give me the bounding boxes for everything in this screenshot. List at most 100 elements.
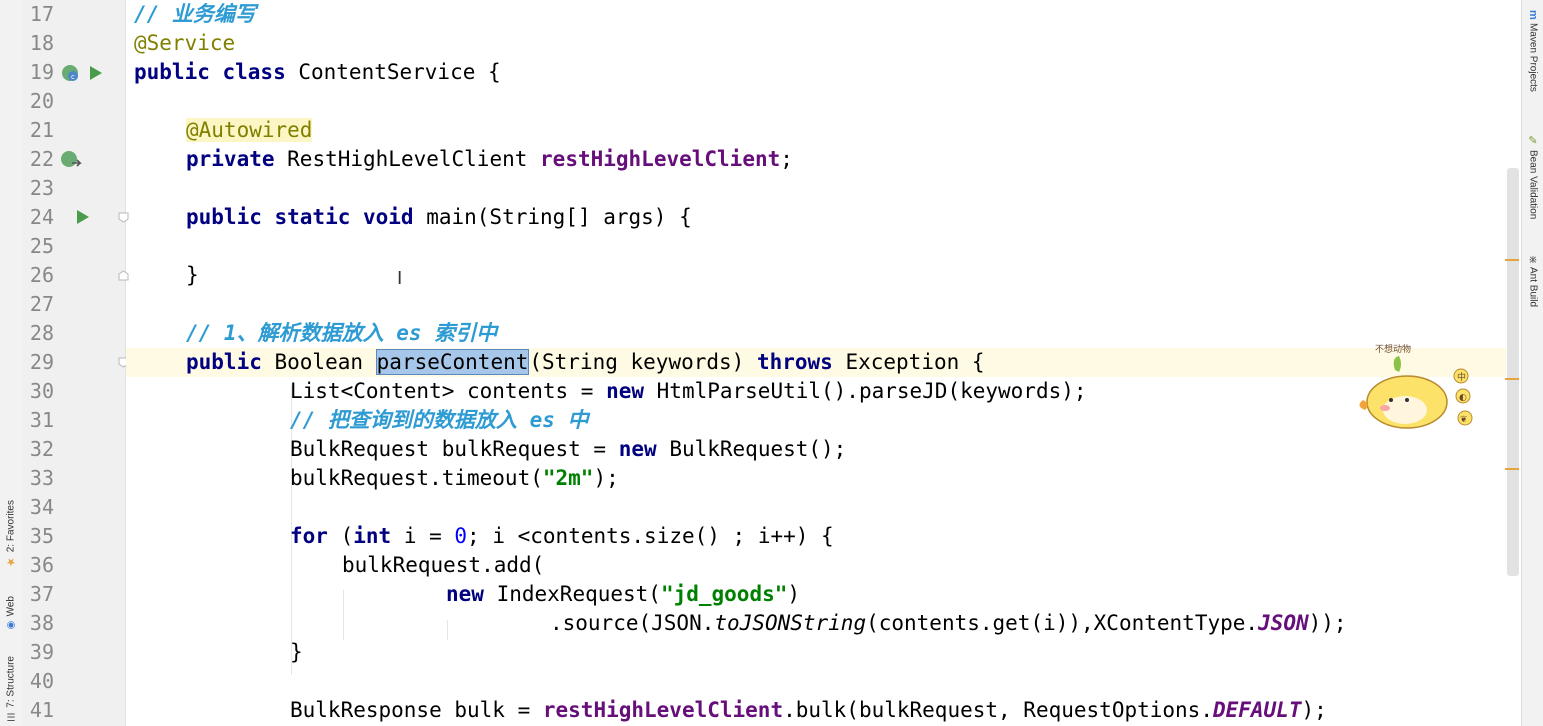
type-name: Boolean bbox=[261, 350, 376, 374]
code-line-36: bulkRequest.add( bbox=[342, 551, 544, 580]
code-line-33: bulkRequest.timeout("2m"); bbox=[290, 464, 619, 493]
code-text: )); bbox=[1308, 611, 1347, 635]
line-number: 18 bbox=[29, 31, 54, 55]
code-text: List<Content> contents = bbox=[290, 379, 607, 403]
keyword: public bbox=[186, 350, 262, 374]
annotation-service: @Service bbox=[134, 31, 236, 55]
selected-method-name[interactable]: parseContent bbox=[375, 349, 530, 375]
maven-icon: m bbox=[1527, 10, 1539, 20]
autowired-navigate-icon[interactable] bbox=[60, 150, 84, 172]
text-cursor-icon: Ι bbox=[397, 268, 403, 289]
code-text: .source(JSON. bbox=[550, 611, 715, 635]
code-line-37: new IndexRequest("jd_goods") bbox=[446, 580, 800, 609]
line-number: 38 bbox=[29, 611, 54, 635]
web-tab-label: Web bbox=[5, 596, 17, 617]
string-literal: "jd_goods" bbox=[660, 582, 788, 606]
code-text: .bulk(bulkRequest, RequestOptions. bbox=[783, 698, 1213, 722]
line-number: 22 bbox=[29, 147, 54, 171]
line-number: 32 bbox=[29, 437, 54, 461]
run-class-icon[interactable] bbox=[88, 64, 104, 82]
code-text: BulkResponse bulk = bbox=[290, 698, 543, 722]
line-number: 28 bbox=[29, 321, 54, 345]
maven-tab-label: Maven Projects bbox=[1527, 22, 1539, 92]
line-number: 26 bbox=[29, 263, 54, 287]
line-number: 21 bbox=[29, 118, 54, 142]
web-tool-tab[interactable]: ◉ Web bbox=[2, 596, 20, 630]
line-number: 31 bbox=[29, 408, 54, 432]
line-number: 39 bbox=[29, 640, 54, 664]
line-number-column: 17 18 19 20 21 22 23 24 25 26 27 28 29 30 31 32 33 34 35 36… bbox=[22, 0, 56, 725]
warning-stripe-marker[interactable] bbox=[1505, 378, 1519, 380]
closing-brace: } bbox=[186, 263, 199, 287]
string-literal: "2m" bbox=[542, 466, 594, 490]
code-line-30: List<Content> contents = new HtmlParseUt… bbox=[290, 377, 1087, 406]
annotation-autowired: @Autowired bbox=[186, 118, 313, 142]
line-number: 41 bbox=[29, 698, 54, 722]
code-line-19: public class ContentService { bbox=[134, 58, 501, 87]
ant-tab-label: Ant Build bbox=[1527, 267, 1539, 308]
sticker-badge: ◐ bbox=[1459, 393, 1467, 403]
code-text: IndexRequest( bbox=[483, 582, 661, 606]
number-literal: 0 bbox=[454, 524, 468, 548]
keyword: private bbox=[186, 147, 275, 171]
class-declaration: ContentService { bbox=[285, 60, 501, 84]
line-number: 35 bbox=[29, 524, 54, 548]
code-text: bulkRequest.add( bbox=[342, 553, 545, 577]
favorites-star-icon: ★ bbox=[5, 555, 18, 569]
run-main-icon[interactable] bbox=[75, 208, 91, 226]
field-name: restHighLevelClient bbox=[540, 147, 781, 171]
keyword: int bbox=[353, 524, 392, 548]
code-text: BulkRequest(); bbox=[656, 437, 847, 461]
code-text: ); bbox=[1301, 698, 1327, 722]
code-text: BulkRequest bulkRequest = bbox=[290, 437, 619, 461]
favorites-tool-tab[interactable]: ★ 2: Favorites bbox=[2, 500, 20, 568]
static-method-call: toJSONString bbox=[714, 611, 867, 635]
code-editor[interactable]: // 业务编写 @Service public class ContentSer… bbox=[126, 0, 1506, 726]
line-number: 37 bbox=[29, 582, 54, 606]
keyword: new bbox=[446, 582, 484, 606]
code-text: ) bbox=[787, 582, 801, 606]
warning-stripe-marker[interactable] bbox=[1505, 468, 1519, 470]
line-number: 34 bbox=[29, 495, 54, 519]
static-field: DEFAULT bbox=[1212, 698, 1302, 722]
code-line-32: BulkRequest bulkRequest = new BulkReques… bbox=[290, 435, 846, 464]
bean-validation-icon: ✎ bbox=[1526, 134, 1539, 147]
code-line-24: public static void main(String[] args) { bbox=[186, 203, 692, 232]
bean-validation-tool-tab[interactable]: ✎ Bean Validation bbox=[1524, 134, 1542, 219]
spring-bean-class-icon[interactable]: c bbox=[60, 63, 82, 83]
field-name: restHighLevelClient bbox=[542, 698, 784, 722]
maven-projects-tool-tab[interactable]: m Maven Projects bbox=[1524, 10, 1542, 92]
code-line-28: // 1、解析数据放入 es 索引中 bbox=[186, 319, 497, 348]
line-number: 33 bbox=[29, 466, 54, 490]
line-number: 29 bbox=[29, 350, 54, 374]
keyword: public static void bbox=[186, 205, 414, 229]
keyword: new bbox=[606, 379, 645, 403]
line-number: 24 bbox=[29, 205, 54, 229]
structure-tool-tab[interactable]: ☰ 7: Structure bbox=[2, 656, 20, 722]
vertical-scrollbar[interactable] bbox=[1507, 168, 1519, 576]
warning-stripe-marker[interactable] bbox=[1505, 259, 1519, 261]
indent-guide bbox=[447, 620, 448, 640]
line-number: 36 bbox=[29, 553, 54, 577]
structure-icon: ☰ bbox=[5, 710, 17, 722]
method-signature: main(String[] args) { bbox=[413, 205, 692, 229]
code-line-31: // 把查询到的数据放入 es 中 bbox=[290, 406, 589, 435]
punctuation: ; bbox=[780, 147, 793, 171]
static-field: JSON bbox=[1258, 611, 1309, 635]
code-line-39: } bbox=[290, 638, 303, 667]
code-text: HtmlParseUtil().parseJD(keywords); bbox=[644, 379, 1087, 403]
sticker-badge: 中 bbox=[1457, 371, 1466, 383]
code-text: ); bbox=[593, 466, 619, 490]
line-number: 23 bbox=[29, 176, 54, 200]
code-line-29: public Boolean parseContent(String keywo… bbox=[186, 348, 985, 377]
code-text: i = bbox=[391, 524, 455, 548]
code-text: ( bbox=[327, 524, 354, 548]
code-text: bulkRequest.timeout( bbox=[290, 466, 543, 490]
ant-icon: ⋇ bbox=[1526, 255, 1539, 265]
code-line-21: @Autowired bbox=[186, 116, 313, 145]
code-line-41: BulkResponse bulk = restHighLevelClient.… bbox=[290, 696, 1327, 725]
code-line-26: } bbox=[186, 261, 199, 290]
ant-build-tool-tab[interactable]: ⋇ Ant Build bbox=[1524, 255, 1542, 307]
keyword: new bbox=[618, 437, 657, 461]
line-number: 20 bbox=[29, 89, 54, 113]
